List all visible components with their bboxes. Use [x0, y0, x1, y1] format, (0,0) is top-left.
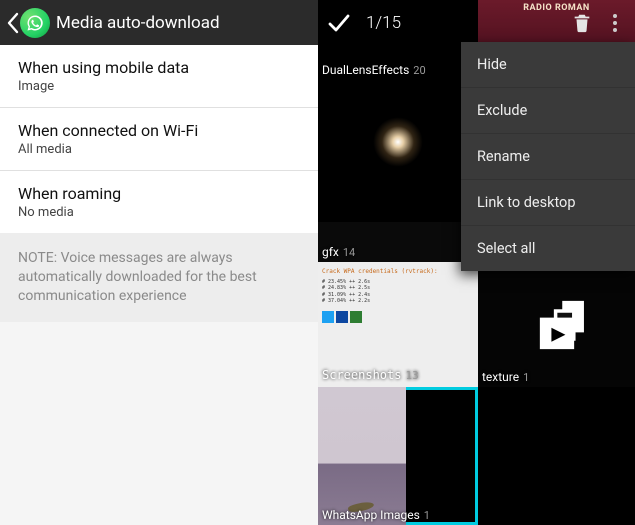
setting-title: When connected on Wi-Fi: [18, 121, 300, 140]
setting-subtitle: All media: [18, 142, 300, 157]
menu-select-all[interactable]: Select all: [461, 226, 635, 271]
selection-count: 1/15: [366, 13, 401, 33]
twitter-icon: [322, 311, 334, 323]
settings-header: Media auto-download: [0, 0, 318, 45]
share-icon: [350, 311, 362, 323]
album-name: gfx: [322, 245, 339, 259]
album-name: WhatsApp Images: [322, 508, 420, 522]
album-count: 13: [405, 369, 418, 383]
album-duallenseffects[interactable]: DualLensEffects 20: [318, 62, 478, 222]
screenshot-line-top: Crack WPA credentials (rvtrack):: [322, 268, 474, 276]
page-title: Media auto-download: [56, 13, 220, 33]
delete-button[interactable]: [571, 12, 593, 34]
album-name: Screenshots: [322, 368, 401, 384]
setting-title: When roaming: [18, 184, 300, 203]
setting-subtitle: No media: [18, 205, 300, 220]
album-texture[interactable]: texture 1: [478, 262, 635, 387]
album-count: 1: [523, 371, 529, 384]
menu-link-to-desktop[interactable]: Link to desktop: [461, 180, 635, 226]
screenshot-line: # 37.04% ++ 2.2s: [322, 298, 474, 305]
album-count: 14: [343, 246, 355, 259]
settings-empty-area: [0, 322, 318, 525]
setting-wifi[interactable]: When connected on Wi-Fi All media: [0, 108, 318, 171]
whatsapp-logo-icon: [20, 8, 50, 38]
setting-roaming[interactable]: When roaming No media: [0, 171, 318, 233]
setting-mobile-data[interactable]: When using mobile data Image: [0, 45, 318, 108]
menu-rename[interactable]: Rename: [461, 134, 635, 180]
gallery-pane: RADIO ROMAN DualLensEffects 20 gfx 14 Cr…: [318, 0, 635, 525]
album-screenshots[interactable]: Crack WPA credentials (rvtrack): # 23.45…: [318, 262, 478, 387]
facebook-icon: [336, 311, 348, 323]
checkmark-icon: [326, 10, 352, 36]
album-count: 20: [413, 64, 425, 77]
context-menu: Hide Exclude Rename Link to desktop Sele…: [461, 42, 635, 271]
album-thumbnail: [318, 387, 406, 525]
menu-exclude[interactable]: Exclude: [461, 88, 635, 134]
chevron-left-icon: [6, 12, 20, 34]
album-name: DualLensEffects: [322, 63, 409, 77]
overflow-menu-button[interactable]: [603, 8, 627, 38]
album-gfx[interactable]: gfx 14: [318, 222, 478, 262]
lens-flare-icon: [373, 117, 423, 167]
done-button[interactable]: [326, 10, 352, 36]
setting-title: When using mobile data: [18, 58, 300, 77]
setting-subtitle: Image: [18, 79, 300, 94]
trash-icon: [571, 12, 593, 34]
play-stack-icon: [522, 290, 592, 360]
back-button[interactable]: [6, 8, 50, 38]
album-whatsapp-images[interactable]: WhatsApp Images 1: [318, 387, 478, 525]
settings-note: NOTE: Voice messages are always automati…: [0, 233, 318, 322]
settings-list: When using mobile data Image When connec…: [0, 45, 318, 233]
menu-hide[interactable]: Hide: [461, 42, 635, 88]
whatsapp-settings-pane: Media auto-download When using mobile da…: [0, 0, 318, 525]
album-count: 1: [424, 509, 430, 522]
album-name: texture: [482, 370, 519, 384]
gallery-selection-header: 1/15: [318, 0, 635, 45]
